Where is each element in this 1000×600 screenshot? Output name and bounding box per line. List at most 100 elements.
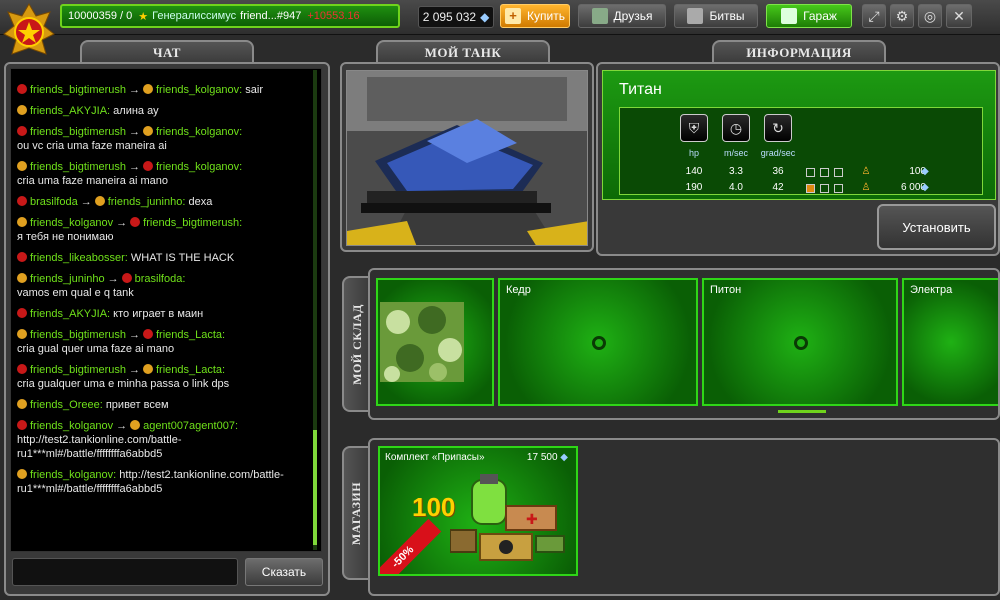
row2-turn: 42 [772,182,784,193]
chat-message-header: friends_bigtimerush → friends_kolganov: [17,161,242,173]
install-button[interactable]: Установить [877,204,996,250]
chat-message: friends_bigtimerush → friends_Lacta: cria … [17,328,307,356]
chat-sender[interactable]: friends_Oreee [30,399,100,411]
warehouse-item-electra[interactable]: Электра [902,278,998,406]
chat-sender[interactable]: brasilfoda [30,196,78,208]
shop-tab[interactable]: МАГАЗИН [342,446,370,580]
row2-speed: 4.0 [729,182,743,193]
garage-button[interactable]: Гараж [766,4,852,28]
upgrade-slot-filled [806,184,815,193]
chat-recipient[interactable]: friends_juninho [108,196,183,208]
loading-icon [592,336,606,350]
chat-sender[interactable]: friends_bigtimerush [30,126,126,138]
chat-sender[interactable]: friends_AKYJIA [30,308,107,320]
chat-message-header: friends_juninho → brasilfoda: [17,273,185,285]
my-tank-title: МОЙ ТАНК [376,40,550,64]
chat-sender[interactable]: friends_kolganov [30,469,113,481]
chat-sender[interactable]: friends_bigtimerush [30,329,126,341]
warehouse-tab-label: МОЙ СКЛАД [349,303,364,385]
warehouse-item-python[interactable]: Питон [702,278,898,406]
gear-icon[interactable]: ⚙ [890,4,914,28]
close-icon[interactable]: ✕ [946,4,972,28]
score-value: +10553.16 [307,10,360,22]
chat-message: friends_kolganov → agent007agent007: http:… [17,419,307,461]
upgrade-slot [806,168,815,177]
chat-title: ЧАТ [80,40,254,64]
arrow-icon: → [129,329,140,341]
buy-button[interactable]: + Купить [500,4,570,28]
buy-label: Купить [527,9,565,23]
friends-button[interactable]: Друзья [578,4,666,28]
shop-item-supplies-kit[interactable]: Комплект «Припасы» 17 500 ◆ ✚ 100 -50% [378,446,578,576]
rank-icon [17,161,27,171]
colon: : [239,161,243,173]
send-button[interactable]: Сказать [245,558,323,586]
chat-recipient[interactable]: friends_Lacta [156,364,222,376]
chat-sender[interactable]: friends_AKYJIA [30,105,107,117]
chat-scroll-thumb[interactable] [313,430,317,545]
chat-messages: friends_bigtimerush → friends_kolganov: sa… [17,83,307,503]
fullscreen-icon[interactable]: ⤢ [862,4,886,28]
item-name: Кедр [506,284,531,296]
warehouse-item-paint[interactable] [376,278,494,406]
discount-ribbon: -50% [380,518,442,574]
chat-recipient[interactable]: friends_kolganov [156,84,239,96]
warehouse-item-cedar[interactable]: Кедр [498,278,698,406]
chat-message-header: friends_AKYJIA: [17,308,113,320]
rank-icon [143,364,153,374]
camo-paint-icon [380,302,464,382]
chat-message-header: friends_bigtimerush → friends_Lacta: [17,329,225,341]
supplies-icon: ✚ [450,474,565,561]
armor-icon: ⛨ [680,114,708,142]
chat-recipient[interactable]: brasilfoda [135,273,183,285]
sound-icon[interactable]: ◎ [918,4,942,28]
colon: : [222,329,226,341]
chat-message: friends_AKYJIA: кто играет в маин [17,307,307,321]
chat-recipient[interactable]: friends_bigtimerush [143,217,239,229]
chat-recipient[interactable]: friends_kolganov [156,126,239,138]
chat-message: friends_kolganov: http://test2.tankionli… [17,468,307,496]
chat-text: cria uma faze maneira ai mano [17,175,169,187]
warehouse-tab[interactable]: МОЙ СКЛАД [342,276,370,412]
chat-text: привет всем [105,399,169,411]
wrench-icon [781,8,798,24]
battles-label: Битвы [709,9,745,23]
arrow-icon: → [129,161,140,173]
send-label: Сказать [261,565,307,579]
chat-message-header: friends_kolganov: [17,469,119,481]
chat-sender[interactable]: friends_bigtimerush [30,161,126,173]
colon: : [182,273,186,285]
item-name: Электра [910,284,953,296]
chat-sender[interactable]: friends_kolganov [30,217,113,229]
install-label: Установить [902,219,971,235]
player-id: 10000359 / 0 [68,10,133,22]
chat-recipient[interactable]: agent007agent007 [143,420,235,432]
warehouse-scroll-thumb[interactable] [778,410,826,413]
chat-sender[interactable]: friends_kolganov [30,420,113,432]
chat-log[interactable]: friends_bigtimerush → friends_kolganov: sa… [10,68,322,552]
rank-icon [17,126,27,136]
loading-icon [794,336,808,350]
upgrade-slot [820,168,829,177]
chat-message: friends_likeabosser: WHAT IS THE HACK [17,251,307,265]
rank-small-icon: ♙ [861,166,871,177]
chat-recipient[interactable]: friends_kolganov [156,161,239,173]
turn-icon: ↻ [764,114,792,142]
quantity-badge: 100 [412,492,456,522]
row1-speed: 3.3 [729,166,743,177]
chat-recipient[interactable]: friends_Lacta [156,329,222,341]
chat-sender[interactable]: friends_bigtimerush [30,84,126,96]
chat-sender[interactable]: friends_juninho [30,273,105,285]
chat-input[interactable] [12,558,238,586]
plus-icon: + [505,8,522,24]
chat-message: friends_AKYJIA: алина ау [17,104,307,118]
chat-sender[interactable]: friends_likeabosser [30,252,125,264]
rank-icon [130,420,141,430]
chat-sender[interactable]: friends_bigtimerush [30,364,126,376]
chat-text: алина ау [113,105,159,117]
rank-icon [17,399,27,409]
tank-name: Титан [619,81,662,98]
rank-icon [143,126,153,136]
rank-icon [17,196,27,206]
battles-button[interactable]: Битвы [674,4,758,28]
